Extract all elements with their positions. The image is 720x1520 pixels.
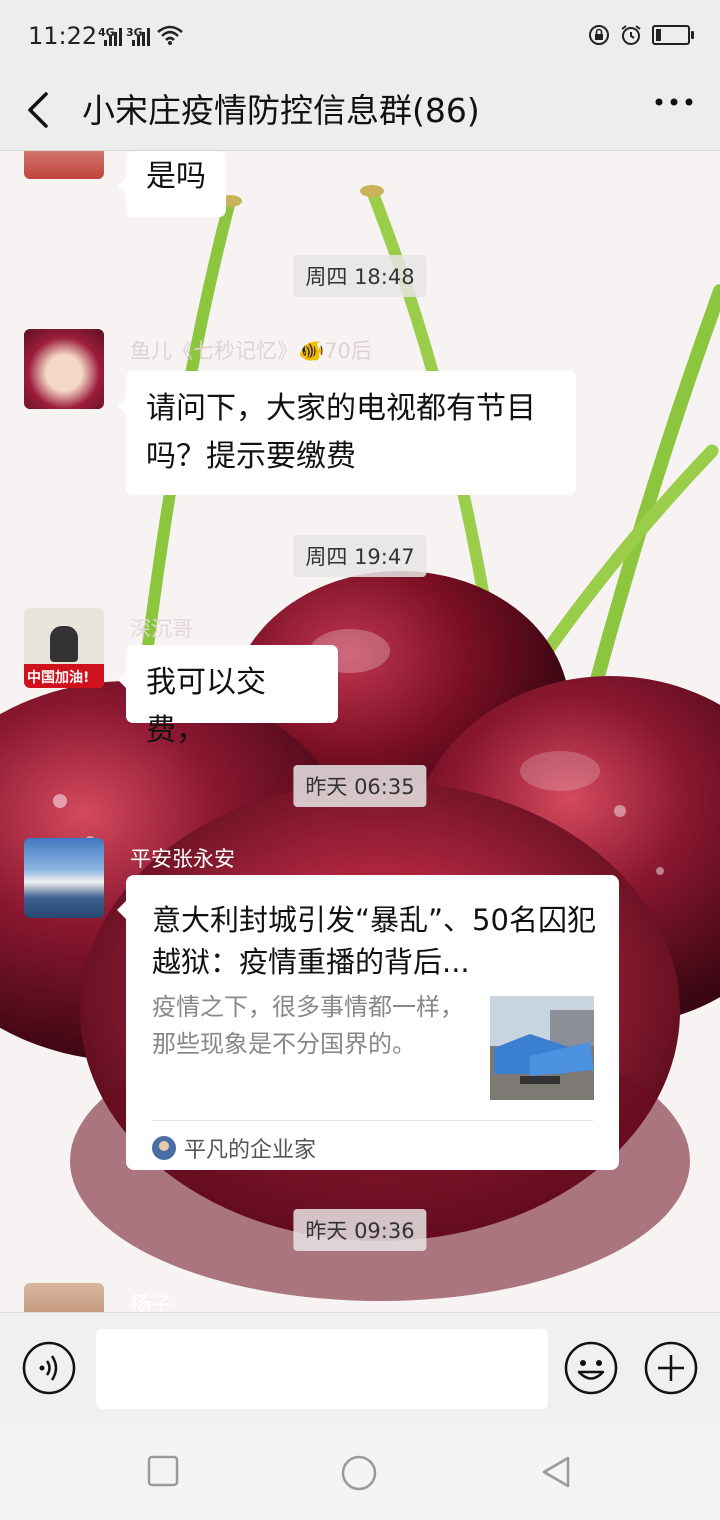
chat-area[interactable]: 是吗 周四 18:48 鱼儿《七秒记忆》🐠70后 请问下，大家的电视都有节目吗？…: [0, 151, 720, 1312]
message-bubble[interactable]: 是吗: [118, 151, 226, 217]
message-input[interactable]: [96, 1329, 548, 1409]
time-stamp: 周四 18:48: [293, 255, 427, 297]
status-time: 11:22: [28, 22, 98, 50]
time-stamp: 周四 19:47: [293, 535, 427, 577]
article-description: 疫情之下，很多事情都一样，那些现象是不分国界的。: [152, 993, 464, 1058]
signal-icon-2: [132, 28, 150, 46]
avatar-figure: [50, 626, 78, 662]
time-stamp: 昨天 09:36: [293, 1209, 427, 1251]
source-avatar-icon: [152, 1136, 176, 1160]
chat-title: 小宋庄疫情防控信息群(86): [82, 91, 480, 130]
message-bubble[interactable]: 我可以交费，: [118, 645, 338, 748]
sender-name: 平安张永安: [130, 847, 235, 871]
wifi-icon: [157, 25, 183, 45]
alarm-icon: [621, 25, 641, 45]
article-thumbnail: [490, 996, 594, 1100]
signal-icon: [104, 28, 122, 46]
status-bar: 11:22 4G 3G: [0, 0, 720, 72]
avatar-banner: 中国加油!: [24, 664, 104, 688]
article-source-name: 平凡的企业家: [184, 1138, 317, 1163]
sender-name: 深沉哥: [130, 617, 193, 641]
sender-name: 杨子: [130, 1293, 172, 1312]
more-icon[interactable]: [654, 96, 694, 108]
message-bubble[interactable]: 请问下，大家的电视都有节目吗？提示要缴费: [118, 371, 576, 495]
card-divider: [152, 1120, 593, 1121]
rotation-lock-icon: [589, 25, 609, 45]
avatar[interactable]: [24, 1283, 104, 1312]
chat-header: 小宋庄疫情防控信息群(86): [0, 72, 720, 151]
avatar[interactable]: [24, 329, 104, 409]
square-icon[interactable]: [146, 1454, 180, 1488]
avatar[interactable]: [24, 151, 104, 179]
system-nav-bar: [0, 1424, 720, 1520]
time-stamp: 昨天 06:35: [293, 765, 427, 807]
avatar-caption: 中国加油!: [27, 670, 90, 686]
circle-icon[interactable]: [340, 1454, 378, 1492]
input-bar: [0, 1312, 720, 1425]
emoji-icon[interactable]: [564, 1341, 618, 1395]
avatar[interactable]: [24, 838, 104, 918]
chevron-left-icon[interactable]: [24, 90, 54, 130]
sender-name: 鱼儿《七秒记忆》🐠70后: [130, 339, 372, 363]
article-source: 平凡的企业家: [152, 1132, 316, 1164]
avatar[interactable]: 中国加油!: [24, 608, 104, 688]
plus-icon[interactable]: [644, 1341, 698, 1395]
triangle-back-icon[interactable]: [538, 1454, 574, 1490]
article-card[interactable]: 意大利封城引发“暴乱”、50名囚犯越狱：疫情重播的背后... 疫情之下，很多事情…: [117, 875, 619, 1170]
voice-icon[interactable]: [22, 1341, 76, 1395]
article-title: 意大利封城引发“暴乱”、50名囚犯越狱：疫情重播的背后...: [152, 903, 596, 979]
battery-icon: [652, 25, 694, 45]
